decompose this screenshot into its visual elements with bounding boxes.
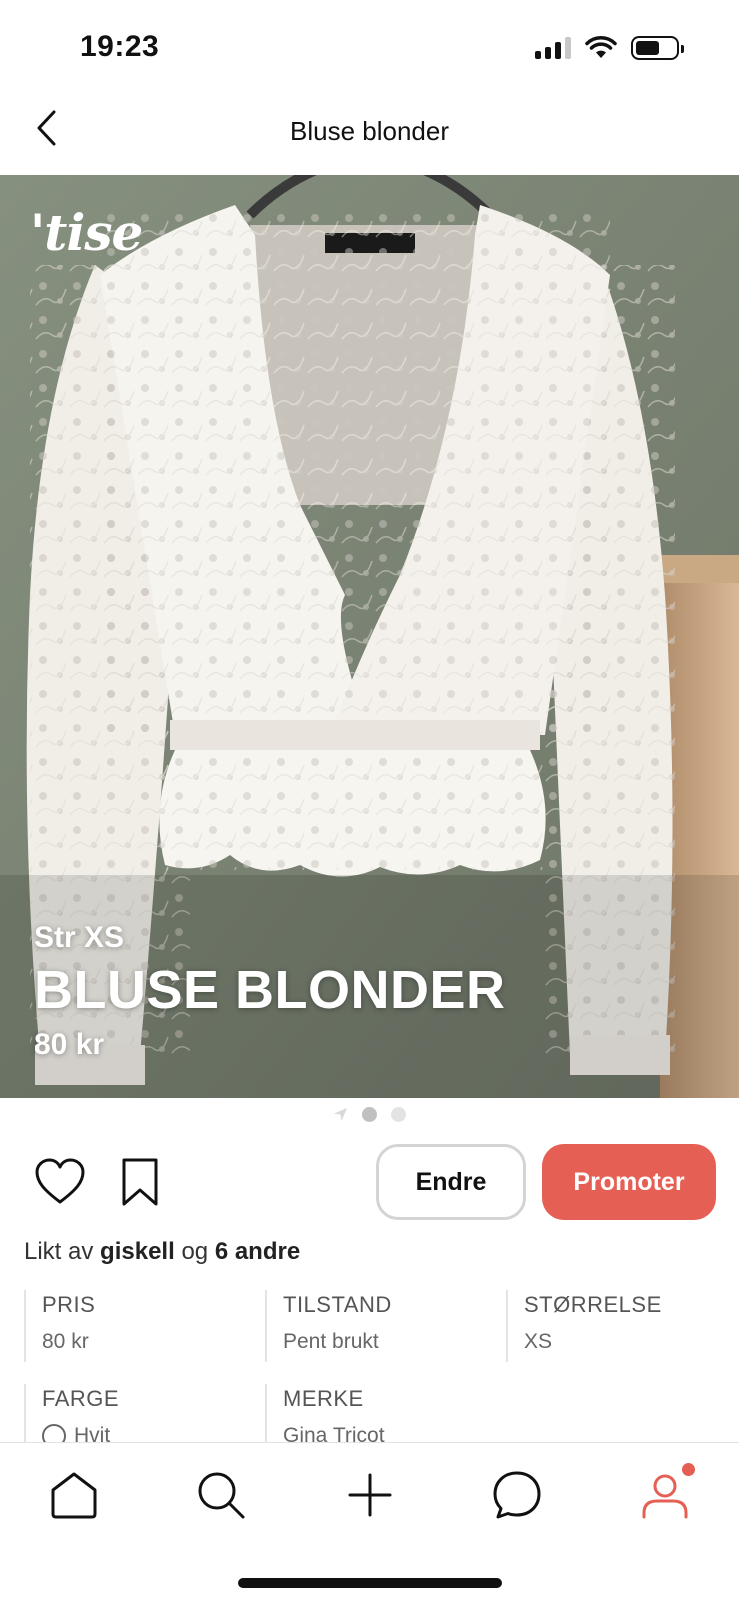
detail-value: XS bbox=[524, 1330, 553, 1353]
product-photo[interactable]: 'tise Str XS BLUSE BLONDER 80 kr bbox=[0, 175, 739, 1098]
save-button[interactable] bbox=[116, 1156, 164, 1208]
status-icons bbox=[535, 36, 684, 60]
home-indicator bbox=[238, 1578, 502, 1588]
bookmark-icon bbox=[122, 1158, 158, 1206]
detail-value: Pent brukt bbox=[283, 1330, 379, 1353]
detail-label: TILSTAND bbox=[283, 1292, 392, 1317]
detail-label: PRIS bbox=[42, 1292, 96, 1317]
page-title: Bluse blonder bbox=[290, 116, 449, 146]
pager-dot-2[interactable] bbox=[391, 1106, 406, 1122]
photo-overlay: Str XS BLUSE BLONDER 80 kr bbox=[34, 921, 506, 1062]
header: Bluse blonder bbox=[0, 90, 739, 174]
chat-icon bbox=[493, 1471, 541, 1519]
action-row: Endre Promoter bbox=[0, 1144, 739, 1220]
nav-profile[interactable] bbox=[635, 1463, 695, 1525]
likes-user-link[interactable]: giskell bbox=[100, 1238, 175, 1265]
detail-price: PRIS 80 kr bbox=[24, 1290, 264, 1362]
heart-icon bbox=[35, 1158, 85, 1204]
bottom-nav bbox=[0, 1442, 739, 1600]
photo-price-text: 80 kr bbox=[34, 1028, 105, 1061]
tise-logo: 'tise bbox=[30, 203, 143, 262]
status-bar: 19:23 bbox=[0, 0, 739, 88]
home-icon bbox=[51, 1472, 97, 1519]
status-time: 19:23 bbox=[80, 30, 160, 63]
like-button[interactable] bbox=[34, 1156, 86, 1208]
plus-icon bbox=[348, 1473, 392, 1517]
detail-condition: TILSTAND Pent brukt bbox=[265, 1290, 505, 1362]
notification-dot bbox=[682, 1463, 695, 1476]
likes-others-link[interactable]: 6 andre bbox=[215, 1238, 300, 1265]
detail-label: FARGE bbox=[42, 1386, 120, 1411]
detail-label: STØRRELSE bbox=[524, 1292, 662, 1317]
detail-size: STØRRELSE XS bbox=[506, 1290, 726, 1362]
profile-icon bbox=[642, 1474, 688, 1519]
wifi-icon bbox=[585, 36, 617, 58]
nav-messages[interactable] bbox=[487, 1465, 547, 1525]
location-arrow-icon bbox=[333, 1107, 348, 1121]
likes-prefix: Likt av bbox=[24, 1238, 94, 1265]
nav-home[interactable] bbox=[44, 1465, 104, 1525]
search-icon bbox=[198, 1472, 245, 1519]
likes-summary: Likt av giskell og 6 andre bbox=[24, 1238, 300, 1266]
pager-dot-1[interactable] bbox=[362, 1106, 377, 1122]
cellular-signal-icon bbox=[535, 37, 571, 59]
edit-button[interactable]: Endre bbox=[376, 1144, 526, 1220]
battery-icon bbox=[631, 36, 684, 60]
promote-button[interactable]: Promoter bbox=[542, 1144, 716, 1220]
nav-add[interactable] bbox=[340, 1465, 400, 1525]
photo-size-text: Str XS bbox=[34, 920, 125, 954]
image-pager bbox=[0, 1103, 739, 1125]
detail-value: 80 kr bbox=[42, 1330, 89, 1353]
likes-connector: og bbox=[181, 1238, 209, 1265]
detail-label: MERKE bbox=[283, 1386, 364, 1411]
nav-search[interactable] bbox=[191, 1465, 251, 1525]
photo-title-text: BLUSE BLONDER bbox=[34, 959, 506, 1020]
